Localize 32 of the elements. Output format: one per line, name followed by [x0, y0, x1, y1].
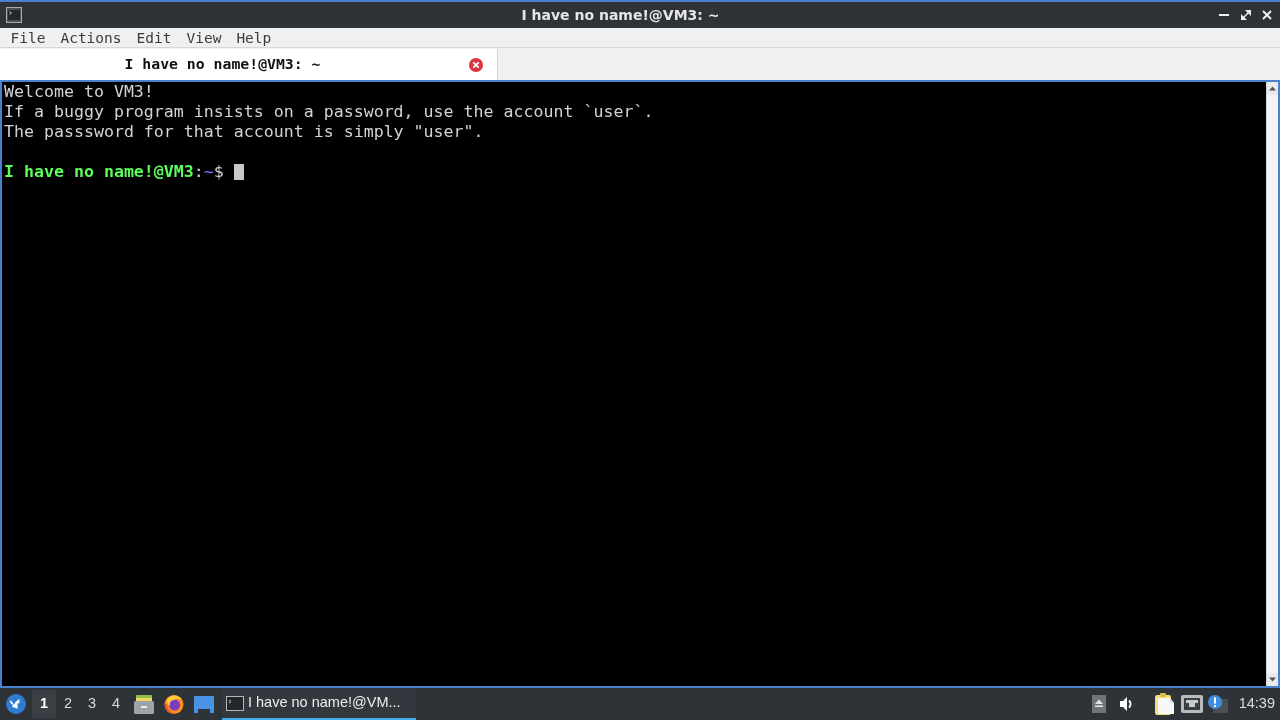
terminal-output-line: Welcome to VM3! [4, 82, 154, 102]
fox-globe-icon[interactable] [164, 694, 184, 714]
terminal-tab[interactable]: I have no name!@VM3: ~ [0, 49, 498, 80]
workspace-button[interactable]: 3 [80, 690, 104, 718]
terminal-output-line: The passsword for that account is simply "user". [4, 122, 484, 142]
file-cabinet-icon[interactable] [134, 694, 154, 714]
workspace-button[interactable]: 2 [56, 690, 80, 718]
menu-item[interactable]: Edit [129, 28, 179, 47]
menu-item[interactable]: File [3, 28, 53, 47]
desktop-icon[interactable] [194, 695, 214, 713]
terminal-window-icon[interactable] [6, 7, 22, 23]
text-cursor [233, 164, 244, 180]
workspace-button[interactable]: 4 [104, 690, 128, 718]
menu-item[interactable]: View [178, 28, 229, 47]
bird-logo-icon[interactable] [6, 694, 26, 714]
notification-icon[interactable] [1207, 695, 1228, 713]
terminal-window-icon [226, 695, 244, 711]
shell-prompt: I have no name!@VM3:~$ [4, 162, 224, 182]
eject-icon[interactable] [1091, 695, 1106, 713]
tab-close-icon[interactable] [469, 57, 483, 72]
terminal-output-line: If a buggy program insists on a password, use the account `user`. [4, 102, 654, 122]
window-title: I have no name!@VM3: ~ [521, 6, 720, 24]
maximize-icon[interactable] [1241, 10, 1251, 20]
menu-item[interactable]: Actions [52, 28, 130, 47]
clipboard-icon[interactable] [1154, 693, 1175, 715]
close-icon[interactable] [1262, 10, 1272, 20]
workspace-button[interactable]: 1 [32, 690, 56, 718]
menu-item[interactable]: Help [228, 28, 279, 47]
clock-text: 14:39 [1238, 694, 1275, 714]
network-port-icon[interactable] [1180, 695, 1203, 713]
task-button[interactable]: I have no name!@VM... [222, 688, 416, 720]
scrollbar-track[interactable] [1266, 82, 1278, 686]
